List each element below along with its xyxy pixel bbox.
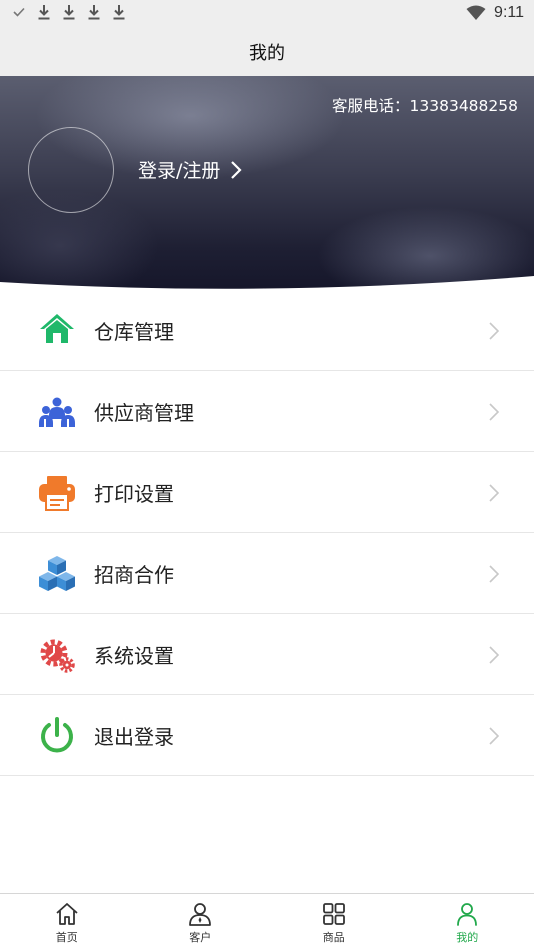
wifi-icon bbox=[466, 5, 486, 20]
menu-label: 系统设置 bbox=[94, 643, 174, 668]
download-icon bbox=[38, 5, 50, 20]
tab-label: 商品 bbox=[322, 931, 345, 944]
status-time: 9:11 bbox=[494, 4, 524, 21]
menu-item-logout[interactable]: 退出登录 bbox=[0, 695, 534, 776]
suppliers-icon bbox=[39, 397, 75, 427]
customer-service-hotline[interactable]: 客服电话：13383488258 bbox=[332, 94, 518, 116]
tab-mine[interactable]: 我的 bbox=[401, 894, 534, 949]
chevron-right-icon bbox=[489, 322, 500, 340]
tab-customers[interactable]: 客户 bbox=[134, 894, 268, 949]
login-register-link[interactable]: 登录/注册 bbox=[138, 156, 242, 183]
cubes-icon bbox=[39, 556, 75, 591]
power-icon bbox=[41, 717, 73, 753]
menu-label: 打印设置 bbox=[94, 481, 174, 506]
page-title: 我的 bbox=[249, 43, 285, 64]
download-icon bbox=[88, 5, 100, 20]
menu-item-business-cooperation[interactable]: 招商合作 bbox=[0, 533, 534, 614]
menu-item-print-settings[interactable]: 打印设置 bbox=[0, 452, 534, 533]
warehouse-icon bbox=[40, 314, 74, 343]
menu-label: 招商合作 bbox=[94, 562, 174, 587]
chevron-right-icon bbox=[489, 646, 500, 664]
title-bar: 我的 bbox=[0, 28, 534, 76]
menu-item-suppliers[interactable]: 供应商管理 bbox=[0, 371, 534, 452]
chevron-right-icon bbox=[489, 484, 500, 502]
download-icon bbox=[113, 5, 125, 20]
printer-icon bbox=[39, 476, 75, 511]
menu-label: 供应商管理 bbox=[94, 400, 194, 425]
customer-icon bbox=[189, 903, 212, 926]
menu-label: 退出登录 bbox=[94, 724, 174, 749]
person-icon bbox=[457, 903, 478, 926]
login-register-label: 登录/注册 bbox=[138, 160, 221, 182]
chevron-right-icon bbox=[489, 403, 500, 421]
settings-menu: 仓库管理 供应商管理 打印设置 招商合作 系统设置 退出登录 bbox=[0, 290, 534, 776]
tab-home[interactable]: 首页 bbox=[0, 894, 134, 949]
menu-item-system-settings[interactable]: 系统设置 bbox=[0, 614, 534, 695]
tab-products[interactable]: 商品 bbox=[267, 894, 401, 949]
chevron-right-icon bbox=[231, 160, 242, 179]
chevron-right-icon bbox=[489, 565, 500, 583]
notification-icons bbox=[12, 4, 126, 20]
menu-label: 仓库管理 bbox=[94, 319, 174, 344]
download-icon bbox=[63, 5, 75, 20]
chevron-right-icon bbox=[489, 727, 500, 745]
bottom-tab-bar: 首页 客户 商品 我的 bbox=[0, 893, 534, 949]
tab-label: 我的 bbox=[456, 931, 479, 944]
grid-icon bbox=[322, 903, 345, 925]
status-bar: 9:11 bbox=[0, 0, 534, 28]
tab-label: 客户 bbox=[189, 931, 212, 944]
check-icon bbox=[13, 7, 25, 17]
tab-label: 首页 bbox=[55, 931, 78, 944]
settings-gears-icon bbox=[40, 639, 75, 673]
home-icon bbox=[56, 903, 78, 925]
menu-item-warehouse[interactable]: 仓库管理 bbox=[0, 290, 534, 371]
profile-header: 客服电话：13383488258 登录/注册 bbox=[0, 76, 534, 292]
avatar[interactable] bbox=[28, 127, 114, 213]
